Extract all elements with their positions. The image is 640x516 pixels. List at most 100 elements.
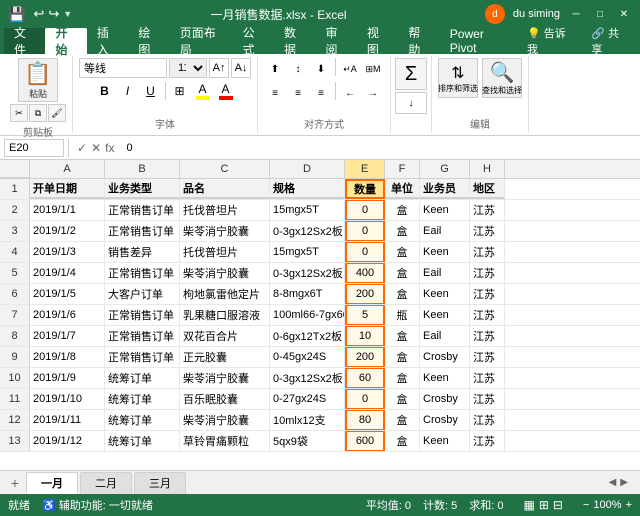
cell[interactable]: 江苏 [470,305,505,325]
cell[interactable]: 正常销售订单 [105,347,180,367]
cell[interactable]: 盒 [385,368,420,388]
cell[interactable]: 60 [345,368,385,388]
cell[interactable]: Eail [420,263,470,283]
cell[interactable]: 0 [345,221,385,241]
cell[interactable]: 2019/1/11 [30,410,105,430]
redo-icon[interactable]: ↪ [48,6,59,22]
cell[interactable]: 2019/1/5 [30,284,105,304]
dropdown-arrow[interactable]: ▼ [63,9,72,19]
border-btn[interactable]: ⊞ [169,80,191,102]
autosum-btn[interactable]: Σ [395,58,427,90]
cell[interactable]: 正常销售订单 [105,326,180,346]
normal-view-icon[interactable]: ▦ [524,498,535,512]
cell[interactable]: 统筹订单 [105,389,180,409]
underline-btn[interactable]: U [140,80,162,102]
align-top-btn[interactable]: ⬆ [264,58,286,80]
tab-share[interactable]: 🔗 共享 [581,28,636,54]
cell[interactable]: 江苏 [470,347,505,367]
col-header-a[interactable]: A [30,160,105,178]
cell[interactable]: 托伐普坦片 [180,242,270,262]
cell[interactable]: Crosby [420,410,470,430]
align-center-btn[interactable]: ≡ [287,82,309,104]
cell[interactable]: 正元胶囊 [180,347,270,367]
cell[interactable]: 0-3gx12Sx2板 [270,263,345,283]
cell[interactable]: 2019/1/4 [30,263,105,283]
wrap-text-btn[interactable]: ↵A [339,58,361,80]
col-header-e[interactable]: E [345,160,385,178]
cell[interactable]: 江苏 [470,221,505,241]
formula-function-icon[interactable]: fx [105,141,114,155]
cell-reference-input[interactable] [4,139,64,157]
cell[interactable]: 江苏 [470,410,505,430]
font-name-input[interactable] [79,58,167,78]
cell[interactable]: 江苏 [470,242,505,262]
cell[interactable]: 600 [345,431,385,451]
cell[interactable]: 江苏 [470,263,505,283]
cell[interactable]: 400 [345,263,385,283]
add-sheet-btn[interactable]: + [4,472,26,494]
tab-home[interactable]: 开始 [45,28,86,54]
cell[interactable]: 2019/1/6 [30,305,105,325]
cell[interactable]: 15mgx5T [270,200,345,220]
cell-b1[interactable]: 业务类型 [105,179,180,199]
cell[interactable]: 盒 [385,221,420,241]
cell[interactable]: 5 [345,305,385,325]
cell[interactable]: 2019/1/10 [30,389,105,409]
cell[interactable]: 江苏 [470,284,505,304]
font-increase-btn[interactable]: A↑ [209,58,229,78]
font-color-btn[interactable]: A [215,80,237,102]
cell[interactable]: 5qx9袋 [270,431,345,451]
font-decrease-btn[interactable]: A↓ [231,58,251,78]
cell[interactable]: 盒 [385,200,420,220]
sheet-tab-feb[interactable]: 二月 [80,472,132,494]
cell[interactable]: 10 [345,326,385,346]
scroll-right-icon[interactable]: ▶ [620,477,628,488]
col-header-g[interactable]: G [420,160,470,178]
cell[interactable]: 0-27gx24S [270,389,345,409]
align-bottom-btn[interactable]: ⬇ [310,58,332,80]
cell[interactable]: 统筹订单 [105,410,180,430]
cell[interactable]: 瓶 [385,305,420,325]
maximize-btn[interactable]: □ [592,6,608,22]
decrease-indent-btn[interactable]: ← [339,82,361,104]
cell[interactable]: 2019/1/12 [30,431,105,451]
cell-a1[interactable]: 开单日期 [30,179,105,199]
cell-f1[interactable]: 单位 [385,179,420,199]
tab-review[interactable]: 审阅 [315,28,356,54]
fill-color-btn[interactable]: A [192,80,214,102]
cell-h1[interactable]: 地区 [470,179,505,199]
cell[interactable]: Eail [420,221,470,241]
formula-check-icon[interactable]: ✓ [77,141,87,155]
page-break-view-icon[interactable]: ⊟ [553,498,563,512]
cell[interactable]: 15mgx5T [270,242,345,262]
cell[interactable]: 盒 [385,431,420,451]
close-btn[interactable]: ✕ [616,6,632,22]
cell[interactable]: 0 [345,242,385,262]
cell[interactable]: 200 [345,347,385,367]
sort-filter-btn[interactable]: ⇅ 排序和筛选 [438,58,478,98]
cell-c1[interactable]: 品名 [180,179,270,199]
cell[interactable]: 枸地氯雷他定片 [180,284,270,304]
cell[interactable]: 2019/1/9 [30,368,105,388]
cell[interactable]: 销售差异 [105,242,180,262]
cell[interactable]: 2019/1/1 [30,200,105,220]
cell[interactable]: 江苏 [470,200,505,220]
cell[interactable]: 柴苓消宁胶囊 [180,410,270,430]
cell[interactable]: 盒 [385,410,420,430]
cell[interactable]: 0-3gx12Sx2板 [270,221,345,241]
cell[interactable]: 80 [345,410,385,430]
cell[interactable]: 托伐普坦片 [180,200,270,220]
font-size-select[interactable]: 8910111214161820222428364872 [169,58,207,78]
col-header-h[interactable]: H [470,160,505,178]
zoom-out-icon[interactable]: − [583,499,589,511]
cell[interactable]: 江苏 [470,368,505,388]
merge-btn[interactable]: ⊞M [362,58,384,80]
cell[interactable]: 江苏 [470,326,505,346]
cell-d1[interactable]: 规格 [270,179,345,199]
cell[interactable]: 0 [345,389,385,409]
tab-data[interactable]: 数据 [274,28,315,54]
cell[interactable]: 0-6gx12Tx2板 [270,326,345,346]
cell[interactable]: 盒 [385,326,420,346]
cell[interactable]: 0-3gx12Sx2板 [270,368,345,388]
col-header-f[interactable]: F [385,160,420,178]
